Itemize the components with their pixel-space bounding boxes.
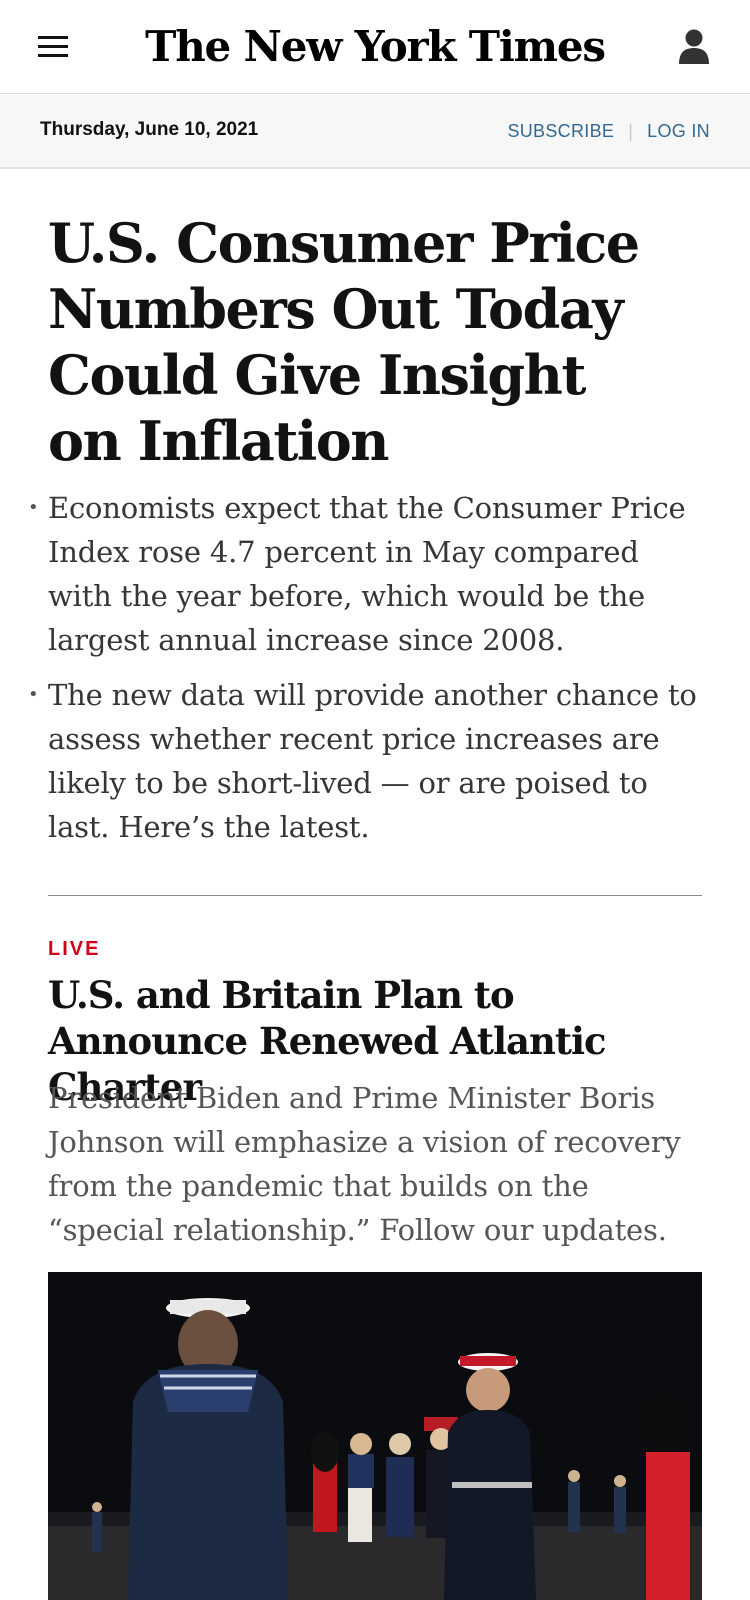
date-bar: Thursday, June 10, 2021 SUBSCRIBE | LOG IN [0, 95, 750, 169]
current-date: Thursday, June 10, 2021 [40, 119, 259, 140]
lead-story-summary-list: Economists expect that the Consumer Pric… [28, 486, 708, 860]
auth-links: SUBSCRIBE | LOG IN [507, 121, 710, 142]
story-photo[interactable] [48, 1272, 702, 1600]
subscribe-link[interactable]: SUBSCRIBE [507, 121, 614, 141]
lead-story-headline[interactable]: U.S. Consumer Price Numbers Out Today Co… [48, 210, 668, 474]
summary-bullet: The new data will provide another chance… [28, 673, 708, 849]
masthead-logo[interactable]: The New York Times [0, 18, 750, 76]
section-divider [48, 895, 702, 896]
live-kicker: LIVE [48, 938, 101, 960]
summary-bullet: Economists expect that the Consumer Pric… [28, 486, 708, 662]
person-icon[interactable] [676, 28, 712, 66]
top-navigation-bar: The New York Times [0, 0, 750, 94]
story-summary: President Biden and Prime Minister Boris… [48, 1081, 681, 1247]
login-link[interactable]: LOG IN [647, 121, 710, 141]
link-separator: | [628, 121, 634, 141]
